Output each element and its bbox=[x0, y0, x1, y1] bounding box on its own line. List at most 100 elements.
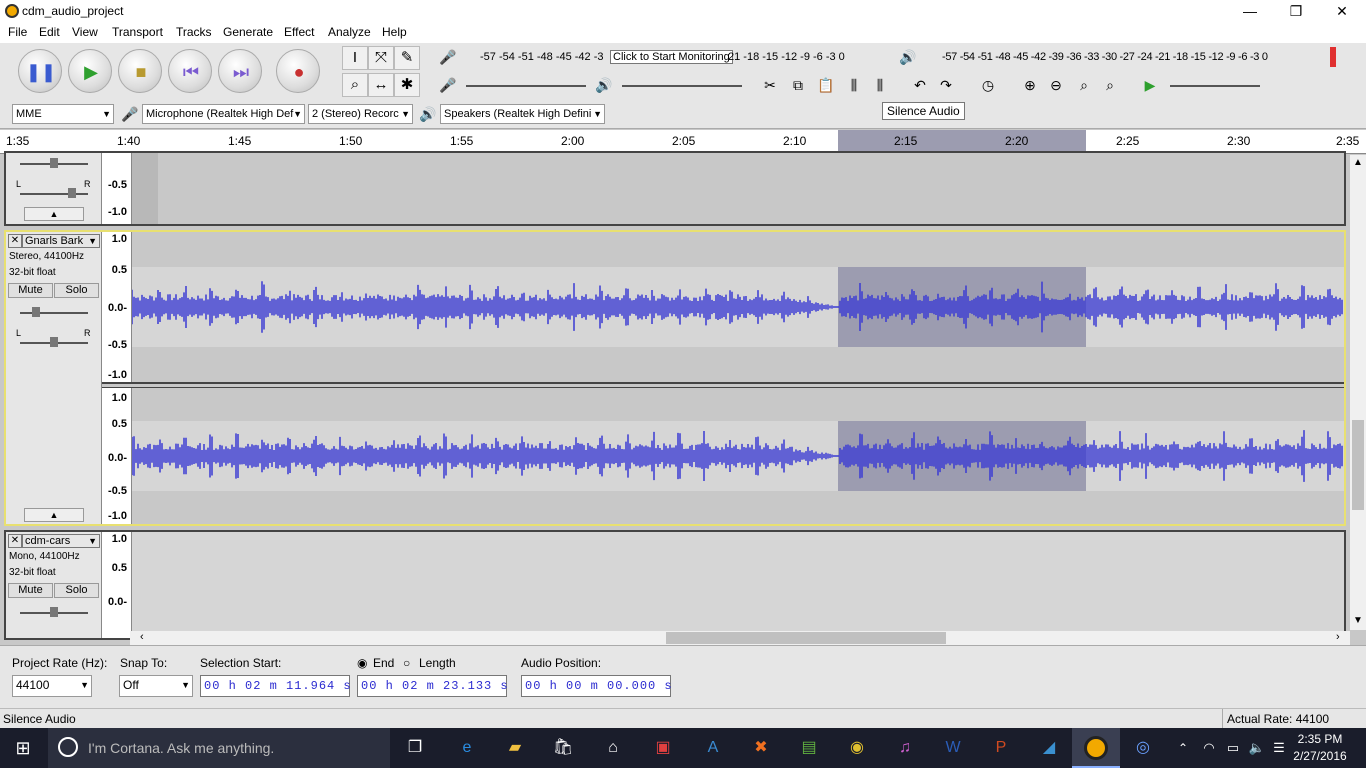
channels-select[interactable]: 2 (Stereo) Recorc ▼ bbox=[308, 104, 413, 124]
collapse-button[interactable]: ▲ bbox=[24, 508, 84, 522]
redo-icon[interactable]: ↷ bbox=[934, 73, 958, 97]
play-speed-slider[interactable] bbox=[1170, 85, 1260, 87]
timeshift-tool[interactable]: ↔ bbox=[368, 73, 394, 97]
pan-slider[interactable] bbox=[20, 193, 88, 195]
skip-start-button[interactable]: ⏮ bbox=[168, 49, 212, 93]
cut-icon[interactable]: ✂ bbox=[758, 73, 782, 97]
file-explorer-icon[interactable]: ▰ bbox=[502, 736, 528, 760]
solo-button[interactable]: Solo bbox=[54, 283, 99, 298]
notifications-icon[interactable]: ☰ bbox=[1266, 736, 1292, 760]
mute-button[interactable]: Mute bbox=[8, 583, 53, 598]
playback-meter-icon[interactable]: 🔊 bbox=[896, 45, 920, 69]
collapse-button[interactable]: ▲ bbox=[24, 207, 84, 221]
channel-right-wave-area[interactable] bbox=[132, 388, 1344, 524]
undo-icon[interactable]: ↶ bbox=[908, 73, 932, 97]
zoom-out-icon[interactable]: ⊖ bbox=[1044, 73, 1068, 97]
battery-icon[interactable]: ▭ bbox=[1220, 736, 1246, 760]
pan-slider-thumb[interactable] bbox=[50, 337, 58, 347]
track-audio-area[interactable] bbox=[132, 532, 1344, 638]
snap-to-select[interactable]: Off ▼ bbox=[119, 675, 193, 697]
close-button[interactable]: ✕ bbox=[1319, 0, 1365, 23]
selection-end-field[interactable]: 00 h 02 m 23.133 s bbox=[357, 675, 508, 697]
app-red-icon[interactable]: ▣ bbox=[650, 736, 676, 760]
menu-file[interactable]: File bbox=[4, 25, 31, 39]
app-blue-icon[interactable]: A bbox=[700, 736, 726, 760]
draw-tool[interactable]: ✎ bbox=[394, 46, 420, 70]
restore-button[interactable]: ❐ bbox=[1273, 0, 1319, 23]
xampp-icon[interactable]: ✖ bbox=[748, 736, 774, 760]
multi-tool[interactable]: ✱ bbox=[394, 73, 420, 97]
skip-end-button[interactable]: ⏭ bbox=[218, 49, 262, 93]
audacity-taskbar-icon[interactable] bbox=[1072, 728, 1120, 768]
envelope-tool[interactable]: ⤧ bbox=[368, 46, 394, 70]
mic-volume-slider[interactable] bbox=[466, 85, 586, 87]
silence-audio-icon[interactable]: ⫼ bbox=[868, 73, 892, 97]
menu-view[interactable]: View bbox=[68, 25, 102, 39]
menu-edit[interactable]: Edit bbox=[35, 25, 64, 39]
shark-icon[interactable]: ◢ bbox=[1036, 736, 1062, 760]
gain-slider-thumb[interactable] bbox=[50, 158, 58, 168]
tray-chevron-icon[interactable]: ⌃ bbox=[1170, 736, 1196, 760]
menu-tracks[interactable]: Tracks bbox=[172, 25, 216, 39]
recording-device-select[interactable]: Microphone (Realtek High Def ▼ bbox=[142, 104, 305, 124]
home-icon[interactable]: ⌂ bbox=[600, 736, 626, 760]
scroll-down-icon[interactable]: ▼ bbox=[1353, 615, 1363, 626]
edge-icon[interactable]: e bbox=[454, 736, 480, 760]
gain-slider-thumb[interactable] bbox=[32, 307, 40, 317]
scroll-left-icon[interactable]: ‹ bbox=[140, 631, 144, 643]
stop-button[interactable]: ■ bbox=[118, 49, 162, 93]
record-button[interactable]: ● bbox=[276, 49, 320, 93]
track-audio-area[interactable] bbox=[132, 153, 158, 224]
play-button[interactable]: ▶ bbox=[68, 49, 112, 93]
vertical-scrollbar[interactable]: ▲ ▼ bbox=[1350, 155, 1366, 630]
copy-icon[interactable]: ⧉ bbox=[786, 73, 810, 97]
track-close-button[interactable]: ✕ bbox=[8, 534, 22, 548]
menu-transport[interactable]: Transport bbox=[108, 25, 167, 39]
menu-generate[interactable]: Generate bbox=[219, 25, 277, 39]
scroll-up-icon[interactable]: ▲ bbox=[1353, 157, 1363, 168]
cortana-search[interactable]: I'm Cortana. Ask me anything. bbox=[48, 728, 390, 768]
horizontal-scroll-thumb[interactable] bbox=[666, 632, 946, 644]
menu-help[interactable]: Help bbox=[378, 25, 411, 39]
track-close-button[interactable]: ✕ bbox=[8, 234, 22, 248]
minimize-button[interactable]: — bbox=[1227, 0, 1273, 23]
mute-button[interactable]: Mute bbox=[8, 283, 53, 298]
windows-start-icon[interactable]: ⊞ bbox=[10, 736, 36, 760]
channel-left-wave-area[interactable] bbox=[132, 232, 1344, 382]
audio-host-select[interactable]: MME ▼ bbox=[12, 104, 114, 124]
paste-icon[interactable]: 📋 bbox=[814, 73, 838, 97]
scroll-right-icon[interactable]: › bbox=[1336, 631, 1340, 643]
vertical-scroll-thumb[interactable] bbox=[1352, 420, 1364, 510]
chrome-icon[interactable]: ◉ bbox=[844, 736, 870, 760]
end-radio[interactable]: ◉ bbox=[357, 656, 367, 670]
project-rate-select[interactable]: 44100 ▼ bbox=[12, 675, 92, 697]
sheet-icon[interactable]: ▤ bbox=[796, 736, 822, 760]
powerpoint-icon[interactable]: P bbox=[988, 736, 1014, 760]
zoom-tool[interactable]: ⌕ bbox=[342, 73, 368, 97]
task-view-icon[interactable]: ❐ bbox=[402, 736, 428, 760]
selection-start-field[interactable]: 00 h 02 m 11.964 s bbox=[200, 675, 351, 697]
pause-button[interactable]: ❚❚ bbox=[18, 49, 62, 93]
menu-effect[interactable]: Effect bbox=[280, 25, 318, 39]
solo-button[interactable]: Solo bbox=[54, 583, 99, 598]
length-radio[interactable]: ○ bbox=[403, 656, 410, 670]
audio-position-field[interactable]: 00 h 00 m 00.000 s bbox=[521, 675, 672, 697]
selection-tool[interactable]: I bbox=[342, 46, 368, 70]
speaker-volume-slider[interactable] bbox=[622, 85, 742, 87]
playback-device-select[interactable]: Speakers (Realtek High Defini ▼ bbox=[440, 104, 605, 124]
zoom-in-icon[interactable]: ⊕ bbox=[1018, 73, 1042, 97]
itunes-icon[interactable]: ♫ bbox=[892, 736, 918, 760]
pan-slider-thumb[interactable] bbox=[68, 188, 76, 198]
track-name-menu[interactable]: Gnarls Bark ▼ bbox=[22, 234, 100, 248]
menu-analyze[interactable]: Analyze bbox=[324, 25, 375, 39]
gain-slider-thumb[interactable] bbox=[50, 607, 58, 617]
clock-time[interactable]: 2:35 PM bbox=[1290, 732, 1350, 746]
sync-lock-icon[interactable]: ◷ bbox=[976, 73, 1000, 97]
clock-date[interactable]: 2/27/2016 bbox=[1290, 749, 1350, 763]
track-name-menu[interactable]: cdm-cars ▼ bbox=[22, 534, 100, 548]
record-meter-icon[interactable]: 🎤 bbox=[436, 45, 460, 69]
play-at-speed-icon[interactable]: ▶ bbox=[1138, 73, 1162, 97]
fit-project-icon[interactable]: ⌕ bbox=[1098, 73, 1122, 97]
gain-slider[interactable] bbox=[20, 312, 88, 314]
word-icon[interactable]: W bbox=[940, 736, 966, 760]
